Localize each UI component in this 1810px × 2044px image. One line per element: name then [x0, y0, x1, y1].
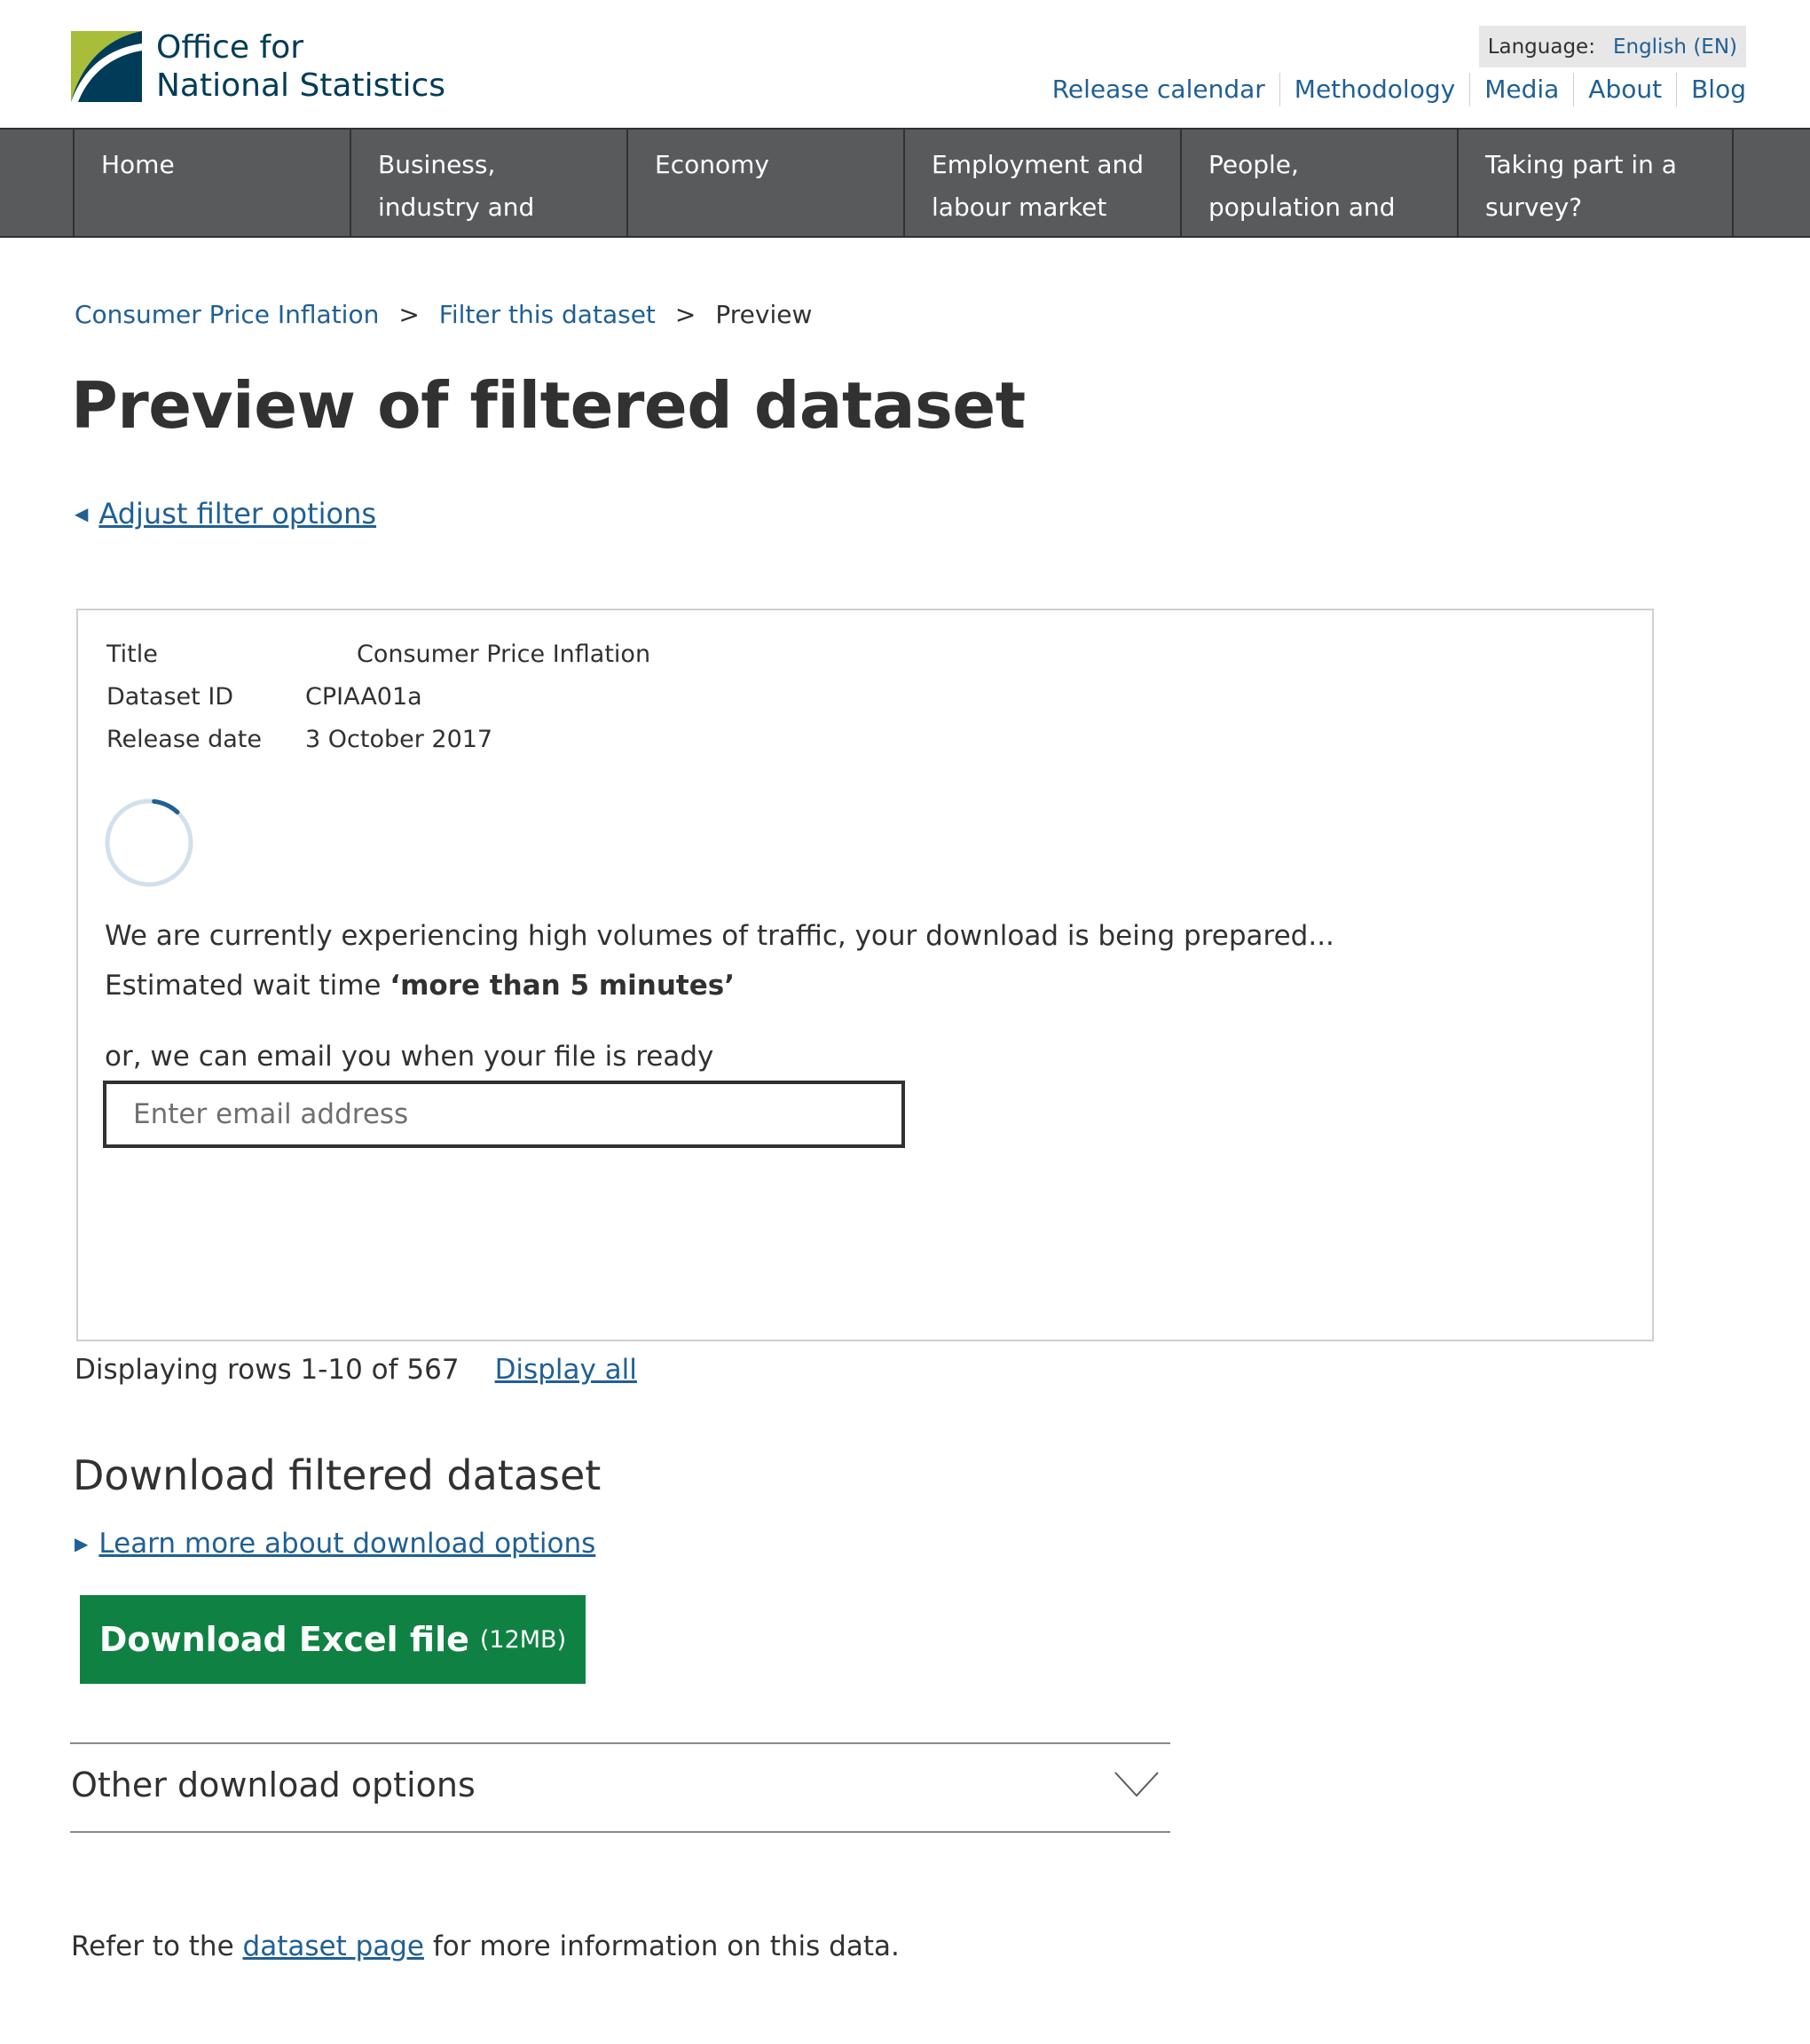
nav-item-economy[interactable]: Economy: [626, 130, 903, 236]
wait-value: ‘more than 5 minutes’: [390, 970, 735, 1002]
meta-row-id: Dataset ID CPIAA01a: [106, 676, 905, 719]
meta-title-label: Title: [106, 641, 158, 668]
breadcrumb-separator: >: [674, 300, 696, 329]
logo-line1: Office for: [156, 29, 304, 66]
utility-links: Release calendar Methodology Media About…: [1052, 73, 1746, 106]
ons-logo-text: Office for National Statistics: [156, 28, 445, 105]
footer-note-suffix: for more information on this data.: [432, 1930, 900, 1962]
language-selector: Language: English (EN): [1478, 26, 1746, 67]
wait-prefix: Estimated wait time: [105, 970, 382, 1002]
rows-info: Displaying rows 1-10 of 567 Display all: [75, 1348, 637, 1391]
download-file-size: (12MB): [479, 1625, 567, 1654]
language-english-link[interactable]: English (EN): [1613, 35, 1737, 59]
meta-id-label: Dataset ID: [106, 683, 234, 711]
meta-title-value: Consumer Price Inflation: [357, 641, 651, 668]
nav-item-survey[interactable]: Taking part in a survey?: [1457, 130, 1734, 236]
meta-row-release: Release date 3 October 2017: [106, 719, 905, 761]
blog-link[interactable]: Blog: [1676, 73, 1746, 106]
breadcrumb-filter-link[interactable]: Filter this dataset: [439, 300, 656, 329]
primary-nav: Home Business, industry and trade Econom…: [0, 128, 1810, 264]
meta-release-label: Release date: [106, 726, 262, 753]
dataset-page-link[interactable]: dataset page: [243, 1930, 424, 1962]
other-download-options-toggle[interactable]: Other download options: [70, 1742, 1170, 1833]
other-download-options-label: Other download options: [71, 1765, 476, 1804]
meta-row-title: Title Consumer Price Inflation: [106, 633, 905, 676]
ons-logo[interactable]: Office for National Statistics: [71, 28, 445, 105]
site-header: Office for National Statistics Language:…: [0, 0, 1810, 128]
adjust-filter-options-link[interactable]: Adjust filter options: [98, 497, 376, 531]
nav-item-employment[interactable]: Employment and labour market: [903, 130, 1180, 236]
loading-spinner-icon: [105, 798, 193, 887]
breadcrumb-dataset-link[interactable]: Consumer Price Inflation: [75, 300, 379, 329]
email-input[interactable]: [103, 1081, 905, 1148]
methodology-link[interactable]: Methodology: [1279, 73, 1469, 106]
email-prompt: or, we can email you when your file is r…: [105, 1041, 714, 1073]
status-message: We are currently experiencing high volum…: [105, 920, 1334, 952]
estimated-wait: Estimated wait time ‘more than 5 minutes…: [105, 967, 735, 1004]
footer-note-prefix: Refer to the: [71, 1930, 234, 1962]
download-heading: Download filtered dataset: [73, 1451, 602, 1499]
release-calendar-link[interactable]: Release calendar: [1052, 73, 1279, 106]
rows-count-text: Displaying rows 1-10 of 567: [75, 1354, 460, 1386]
download-button-label: Download Excel file: [98, 1620, 469, 1659]
footer-note: Refer to the dataset page for more infor…: [71, 1925, 900, 1968]
learn-more-download-link[interactable]: Learn more about download options: [98, 1528, 595, 1560]
ons-logo-icon: [71, 31, 142, 102]
download-excel-button[interactable]: Download Excel file (12MB): [80, 1595, 586, 1684]
about-link[interactable]: About: [1573, 73, 1676, 106]
chevron-down-icon: [1114, 1772, 1159, 1797]
media-link[interactable]: Media: [1469, 73, 1573, 106]
preview-panel: Title Consumer Price Inflation Dataset I…: [76, 609, 1654, 1341]
language-label: Language:: [1487, 35, 1595, 59]
triangle-left-icon: ◀: [75, 503, 89, 524]
nav-item-people[interactable]: People, population and community: [1180, 130, 1457, 264]
breadcrumb-current: Preview: [715, 300, 813, 329]
page-title: Preview of filtered dataset: [71, 368, 1026, 443]
nav-item-home[interactable]: Home: [73, 130, 350, 236]
meta-release-value: 3 October 2017: [305, 726, 493, 753]
breadcrumb: Consumer Price Inflation > Filter this d…: [75, 300, 812, 329]
logo-line2: National Statistics: [156, 67, 446, 104]
meta-id-value: CPIAA01a: [305, 683, 422, 711]
triangle-right-icon: ▶: [75, 1533, 89, 1554]
dataset-metadata: Title Consumer Price Inflation Dataset I…: [106, 633, 905, 761]
breadcrumb-separator: >: [398, 300, 420, 329]
display-all-link[interactable]: Display all: [495, 1348, 637, 1391]
learn-more-download: ▶ Learn more about download options: [75, 1528, 595, 1560]
nav-item-business[interactable]: Business, industry and trade: [350, 130, 626, 264]
adjust-filter-options: ◀ Adjust filter options: [75, 497, 376, 531]
